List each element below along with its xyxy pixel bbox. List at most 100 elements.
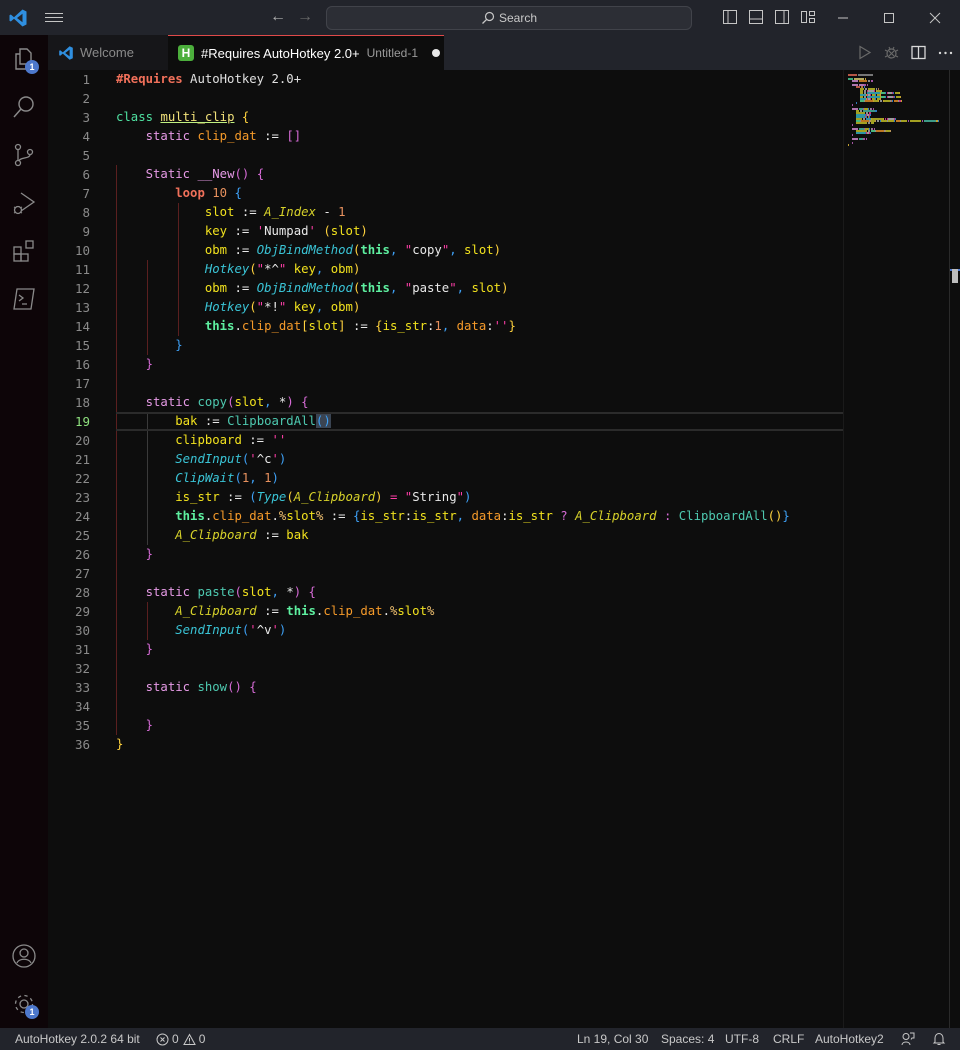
code-line[interactable]: static clip_dat := []: [116, 127, 843, 146]
minimap-token: [870, 132, 871, 134]
code-line[interactable]: }: [116, 336, 843, 355]
code-line[interactable]: class multi_clip {: [116, 108, 843, 127]
code-line[interactable]: this.clip_dat[slot] := {is_str:1, data:'…: [116, 317, 843, 336]
code-token: *: [286, 585, 294, 599]
code-line[interactable]: this.clip_dat.%slot% := {is_str:is_str, …: [116, 507, 843, 526]
code-line[interactable]: bak := ClipboardAll(): [116, 412, 843, 431]
code-line[interactable]: }: [116, 545, 843, 564]
vertical-scrollbar[interactable]: [949, 70, 960, 1028]
status-encoding[interactable]: UTF-8: [725, 1028, 759, 1050]
status-line-endings[interactable]: CRLF: [773, 1028, 804, 1050]
status-feedback[interactable]: [901, 1028, 915, 1050]
code-line[interactable]: [116, 146, 843, 165]
code-line[interactable]: }: [116, 735, 843, 754]
code-line[interactable]: clipboard := '': [116, 431, 843, 450]
status-cursor-position[interactable]: Ln 19, Col 30: [577, 1028, 648, 1050]
code-line[interactable]: static show() {: [116, 678, 843, 697]
customize-layout-icon[interactable]: [800, 9, 816, 25]
tab-untitled-1[interactable]: H #Requires AutoHotkey 2.0+ Untitled-1: [168, 35, 444, 70]
maximize-button[interactable]: [866, 0, 912, 35]
code-line[interactable]: SendInput('^v'): [116, 621, 843, 640]
code-line[interactable]: slot := A_Index - 1: [116, 203, 843, 222]
code-token: ': [249, 452, 257, 466]
code-line[interactable]: loop 10 {: [116, 184, 843, 203]
unsaved-changes-dot-icon[interactable]: [432, 49, 440, 57]
activity-terminal[interactable]: [0, 275, 48, 323]
code-line[interactable]: }: [116, 355, 843, 374]
code-token: {: [301, 395, 309, 409]
code-line[interactable]: }: [116, 640, 843, 659]
code-line[interactable]: #Requires AutoHotkey 2.0+: [116, 70, 843, 89]
minimap-token: [938, 120, 939, 122]
code-line[interactable]: [116, 659, 843, 678]
code-token: 1: [264, 471, 272, 485]
toggle-panel-icon[interactable]: [748, 9, 764, 25]
more-actions-icon[interactable]: [937, 44, 954, 61]
code-line[interactable]: key := 'Numpad' (slot): [116, 222, 843, 241]
code-line[interactable]: A_Clipboard := bak: [116, 526, 843, 545]
status-language-mode[interactable]: AutoHotkey2: [815, 1028, 884, 1050]
error-count: 0: [172, 1032, 179, 1046]
activity-extensions[interactable]: [0, 227, 48, 275]
code-line[interactable]: Static __New() {: [116, 165, 843, 184]
status-interpreter[interactable]: AutoHotkey 2.0.2 64 bit: [15, 1028, 140, 1050]
code-line[interactable]: [116, 564, 843, 583]
command-center-search[interactable]: Search: [326, 6, 692, 30]
code-line[interactable]: A_Clipboard := this.clip_dat.%slot%: [116, 602, 843, 621]
activity-source-control[interactable]: [0, 131, 48, 179]
tab-welcome[interactable]: Welcome: [48, 35, 168, 70]
toggle-primary-sidebar-icon[interactable]: [722, 9, 738, 25]
code-line[interactable]: is_str := (Type(A_Clipboard) = "String"): [116, 488, 843, 507]
debug-icon[interactable]: [883, 44, 900, 61]
code-line[interactable]: SendInput('^c'): [116, 450, 843, 469]
close-window-button[interactable]: [912, 0, 958, 35]
toggle-secondary-sidebar-icon[interactable]: [774, 9, 790, 25]
code-token: copy: [412, 243, 442, 257]
run-icon[interactable]: [856, 44, 873, 61]
application-menu-button[interactable]: [45, 10, 63, 26]
minimap[interactable]: [843, 70, 949, 1028]
code-line[interactable]: static copy(slot, *) {: [116, 393, 843, 412]
code-line[interactable]: [116, 374, 843, 393]
activity-search[interactable]: [0, 83, 48, 131]
code-editor[interactable]: 1 2 3 4 5 6 7 8 9 10 11 12 13 14 15 16 17 18 19 20 21 22 23 24 2…: [48, 70, 960, 1028]
code-token: this: [360, 243, 390, 257]
activity-run-debug[interactable]: [0, 179, 48, 227]
code-line[interactable]: obm := ObjBindMethod(this, "copy", slot): [116, 241, 843, 260]
split-editor-icon[interactable]: [910, 44, 927, 61]
code-line[interactable]: Hotkey("*^" key, obm): [116, 260, 843, 279]
code-area[interactable]: #Requires AutoHotkey 2.0+ class multi_cli…: [116, 70, 843, 754]
minimap-token: [876, 130, 884, 132]
go-forward-button[interactable]: →: [297, 8, 315, 26]
code-token: class: [116, 110, 154, 124]
code-token: ): [360, 224, 368, 238]
activity-accounts[interactable]: [0, 932, 48, 980]
code-token: Type: [256, 490, 287, 504]
code-line[interactable]: [116, 89, 843, 108]
code-token: this: [204, 319, 235, 333]
status-indentation[interactable]: Spaces: 4: [661, 1028, 714, 1050]
go-back-button[interactable]: ←: [270, 8, 288, 26]
code-line[interactable]: ClipWait(1, 1): [116, 469, 843, 488]
code-line[interactable]: [116, 697, 843, 716]
activity-manage[interactable]: 1: [0, 980, 48, 1028]
minimize-button[interactable]: [820, 0, 866, 35]
scrollbar-thumb[interactable]: [952, 269, 958, 283]
code-line[interactable]: }: [116, 716, 843, 735]
activity-explorer[interactable]: 1: [0, 35, 48, 83]
code-line[interactable]: Hotkey("*!" key, obm): [116, 298, 843, 317]
code-line[interactable]: obm := ObjBindMethod(this, "paste", slot…: [116, 279, 843, 298]
status-notifications[interactable]: [932, 1028, 946, 1050]
status-problems[interactable]: 0 0: [156, 1028, 205, 1050]
minimap-token: [852, 80, 858, 82]
minimap-token: [894, 120, 895, 122]
code-line[interactable]: static paste(slot, *) {: [116, 583, 843, 602]
code-token: ": [456, 490, 465, 504]
